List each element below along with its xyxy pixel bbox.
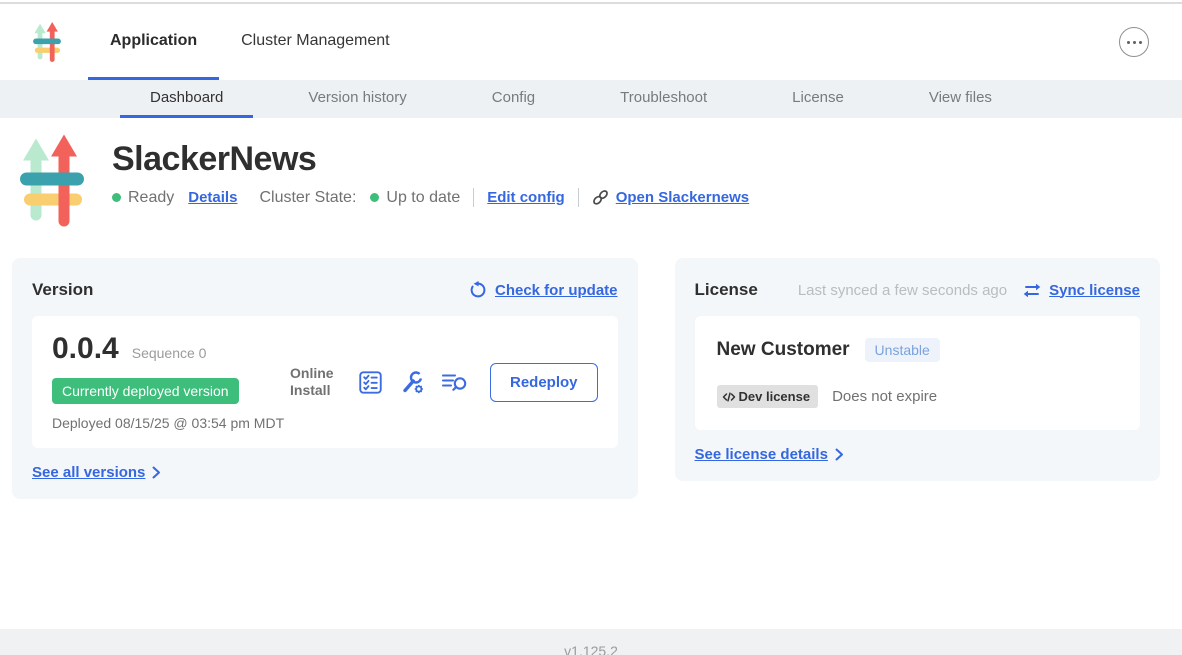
topbar-tab-label: Application bbox=[110, 32, 197, 50]
deploy-logs-search-icon[interactable] bbox=[441, 371, 468, 393]
tab-troubleshoot[interactable]: Troubleshoot bbox=[590, 80, 737, 118]
channel-badge: Unstable bbox=[865, 338, 940, 362]
license-card-title: License bbox=[695, 280, 758, 300]
topbar-tab-application[interactable]: Application bbox=[88, 4, 219, 80]
cluster-state-label: Cluster State: bbox=[259, 189, 356, 207]
sequence-label: Sequence 0 bbox=[132, 345, 207, 361]
version-card: Version Check for update 0.0.4 Sequ bbox=[12, 258, 638, 499]
topbar: Application Cluster Management bbox=[0, 4, 1182, 80]
link-chain-icon bbox=[592, 189, 609, 206]
license-card: License Last synced a few seconds ago bbox=[675, 258, 1160, 481]
tab-label: Troubleshoot bbox=[620, 89, 707, 106]
customer-name: New Customer bbox=[717, 339, 850, 361]
tab-label: License bbox=[792, 89, 844, 106]
app-status-text: Ready bbox=[128, 189, 174, 207]
app-logo-arrows-icon bbox=[33, 4, 61, 80]
check-for-update-link[interactable]: Check for update bbox=[495, 282, 618, 299]
expiry-text: Does not expire bbox=[832, 388, 937, 405]
code-brackets-icon bbox=[722, 391, 736, 403]
open-app-link[interactable]: Open Slackernews bbox=[616, 189, 749, 206]
app-icon-arrows bbox=[20, 133, 84, 228]
version-card-title: Version bbox=[32, 280, 93, 300]
sync-arrows-icon bbox=[1023, 282, 1041, 299]
topbar-tab-cluster-management[interactable]: Cluster Management bbox=[219, 4, 412, 80]
tab-label: Config bbox=[492, 89, 535, 106]
tab-dashboard[interactable]: Dashboard bbox=[120, 80, 253, 118]
tab-view-files[interactable]: View files bbox=[899, 80, 1022, 118]
cluster-state-dot bbox=[370, 193, 379, 202]
preflight-checklist-icon[interactable] bbox=[359, 371, 382, 394]
console-version: v1.125.2 bbox=[564, 643, 618, 655]
tab-config[interactable]: Config bbox=[462, 80, 565, 118]
main-content: SlackerNews Ready Details Cluster State:… bbox=[0, 133, 1182, 629]
divider bbox=[578, 188, 579, 207]
tab-label: Dashboard bbox=[150, 89, 223, 106]
redeploy-button[interactable]: Redeploy bbox=[490, 363, 598, 402]
ellipsis-menu-icon[interactable] bbox=[1119, 27, 1149, 57]
license-type-badge: Dev license bbox=[717, 385, 819, 408]
tab-label: View files bbox=[929, 89, 992, 106]
license-info-panel: New Customer Unstable Dev license bbox=[695, 316, 1140, 430]
app-subnav: Dashboard Version history Config Trouble… bbox=[0, 80, 1182, 118]
sync-license-link[interactable]: Sync license bbox=[1049, 282, 1140, 299]
install-type-label: Online Install bbox=[290, 365, 342, 399]
config-wrench-gear-icon[interactable] bbox=[399, 370, 424, 394]
tab-version-history[interactable]: Version history bbox=[278, 80, 436, 118]
cluster-state-value: Up to date bbox=[386, 189, 460, 207]
current-version-panel: 0.0.4 Sequence 0 Currently deployed vers… bbox=[32, 316, 618, 448]
deployed-status-badge: Currently deployed version bbox=[52, 378, 239, 404]
see-all-versions-link[interactable]: See all versions bbox=[32, 464, 145, 481]
see-license-details-link[interactable]: See license details bbox=[695, 446, 828, 463]
tab-license[interactable]: License bbox=[762, 80, 874, 118]
edit-config-link[interactable]: Edit config bbox=[487, 189, 565, 206]
license-type-label: Dev license bbox=[739, 389, 811, 404]
deployed-timestamp: Deployed 08/15/25 @ 03:54 pm MDT bbox=[52, 414, 287, 432]
app-header: SlackerNews Ready Details Cluster State:… bbox=[20, 133, 1182, 228]
chevron-right-icon bbox=[835, 448, 844, 461]
tab-label: Version history bbox=[308, 89, 406, 106]
chevron-right-icon bbox=[152, 466, 161, 479]
page-title: SlackerNews bbox=[112, 140, 749, 179]
version-number: 0.0.4 bbox=[52, 332, 119, 366]
footer: v1.125.2 bbox=[0, 629, 1182, 655]
refresh-icon bbox=[469, 281, 487, 299]
divider bbox=[473, 188, 474, 207]
last-synced-text: Last synced a few seconds ago bbox=[798, 282, 1007, 299]
details-link[interactable]: Details bbox=[188, 189, 237, 206]
app-status-dot bbox=[112, 193, 121, 202]
topbar-tab-label: Cluster Management bbox=[241, 32, 390, 50]
